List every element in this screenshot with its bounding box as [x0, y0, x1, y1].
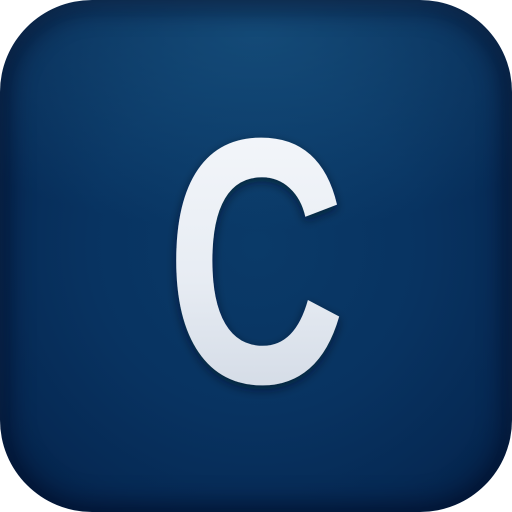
letter-c: C — [166, 66, 346, 457]
letter-c-icon: C — [166, 66, 346, 457]
icon-canvas: C — [0, 0, 512, 512]
app-icon[interactable]: C — [0, 0, 512, 512]
